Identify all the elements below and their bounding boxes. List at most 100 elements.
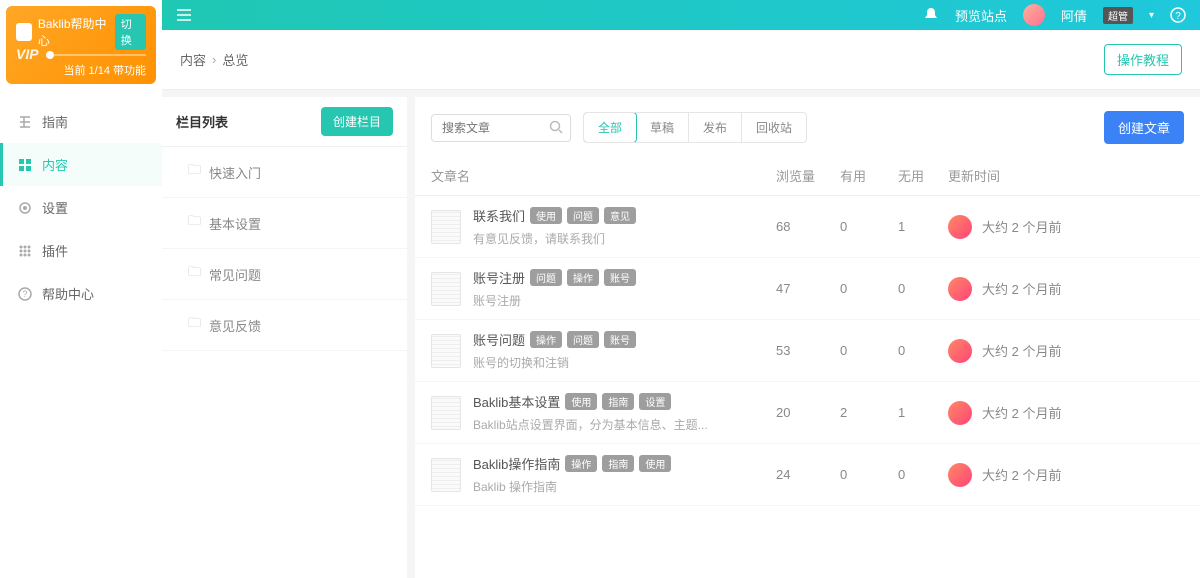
article-desc: Baklib站点设置界面，分为基本信息、主题... xyxy=(473,416,776,433)
topbar: 预览站点 阿倩 超管 ▾ ? xyxy=(162,0,1200,30)
column-item[interactable]: 🗀 基本设置 xyxy=(162,198,407,249)
th-views: 浏览量 xyxy=(776,166,840,185)
article-tag: 问题 xyxy=(530,269,562,286)
folder-icon: 🗀 xyxy=(188,161,201,183)
author-avatar xyxy=(948,401,972,425)
chevron-down-icon[interactable]: ▾ xyxy=(1149,10,1154,21)
table-row[interactable]: 账号注册 问题操作账号 账号注册 47 0 0 大约 2 个月前 xyxy=(415,258,1200,320)
nav-content[interactable]: 内容 xyxy=(0,143,162,186)
vip-status: 当前 1/14 带功能 xyxy=(63,62,146,78)
create-article-button[interactable]: 创建文章 xyxy=(1104,111,1184,144)
cell-views: 20 xyxy=(776,405,840,420)
svg-text:?: ? xyxy=(1175,11,1181,22)
th-title: 文章名 xyxy=(431,166,776,185)
breadcrumb: 内容 › 总览 操作教程 xyxy=(162,30,1200,89)
article-tag: 使用 xyxy=(530,207,562,224)
folder-icon: 🗀 xyxy=(188,314,201,336)
nav-label: 插件 xyxy=(42,241,68,260)
cell-time: 大约 2 个月前 xyxy=(982,279,1061,298)
table-row[interactable]: 联系我们 使用问题意见 有意见反馈，请联系我们 68 0 1 大约 2 个月前 xyxy=(415,196,1200,258)
article-title[interactable]: 账号问题 xyxy=(473,330,525,349)
article-title[interactable]: Baklib基本设置 xyxy=(473,392,560,411)
article-desc: 账号注册 xyxy=(473,292,776,309)
cell-time: 大约 2 个月前 xyxy=(982,403,1061,422)
doc-thumb-icon xyxy=(431,334,461,368)
cell-useful: 0 xyxy=(840,219,898,234)
cell-useless: 1 xyxy=(898,219,948,234)
cell-time: 大约 2 个月前 xyxy=(982,217,1061,236)
article-title[interactable]: 账号注册 xyxy=(473,268,525,287)
cell-useless: 0 xyxy=(898,281,948,296)
breadcrumb-root[interactable]: 内容 xyxy=(180,50,206,69)
article-tag: 账号 xyxy=(604,269,636,286)
user-avatar[interactable] xyxy=(1023,4,1045,26)
doc-thumb-icon xyxy=(431,396,461,430)
nav-guide[interactable]: 指南 xyxy=(0,100,162,143)
create-column-button[interactable]: 创建栏目 xyxy=(321,107,393,136)
user-role-badge: 超管 xyxy=(1103,7,1133,24)
author-avatar xyxy=(948,463,972,487)
article-tag: 意见 xyxy=(604,207,636,224)
menu-toggle-icon[interactable] xyxy=(176,8,192,22)
folder-icon: 🗀 xyxy=(188,263,201,285)
guide-icon xyxy=(18,115,32,129)
cell-time: 大约 2 个月前 xyxy=(982,341,1061,360)
bell-icon[interactable] xyxy=(923,7,939,23)
article-title[interactable]: Baklib操作指南 xyxy=(473,454,560,473)
nav-plugins[interactable]: 插件 xyxy=(0,229,162,272)
column-item[interactable]: 🗀 快速入门 xyxy=(162,147,407,198)
content-icon xyxy=(18,158,32,172)
filter-published[interactable]: 发布 xyxy=(689,113,742,142)
cell-useless: 0 xyxy=(898,343,948,358)
nav-help[interactable]: ? 帮助中心 xyxy=(0,272,162,315)
filter-draft[interactable]: 草稿 xyxy=(636,113,689,142)
cell-time: 大约 2 个月前 xyxy=(982,465,1061,484)
filter-all[interactable]: 全部 xyxy=(583,112,637,143)
filter-trash[interactable]: 回收站 xyxy=(742,113,806,142)
folder-icon: 🗀 xyxy=(188,212,201,234)
user-name: 阿倩 xyxy=(1061,6,1087,25)
tutorial-button[interactable]: 操作教程 xyxy=(1104,44,1182,75)
column-item[interactable]: 🗀 意见反馈 xyxy=(162,300,407,351)
article-title[interactable]: 联系我们 xyxy=(473,206,525,225)
article-tag: 指南 xyxy=(602,393,634,410)
nav-label: 指南 xyxy=(42,112,68,131)
search-icon[interactable] xyxy=(549,120,563,134)
cell-useless: 0 xyxy=(898,467,948,482)
cell-views: 53 xyxy=(776,343,840,358)
doc-thumb-icon xyxy=(431,458,461,492)
vip-badge: VIP xyxy=(16,46,39,62)
table-row[interactable]: Baklib基本设置 使用指南设置 Baklib站点设置界面，分为基本信息、主题… xyxy=(415,382,1200,444)
table-row[interactable]: Baklib操作指南 操作指南使用 Baklib 操作指南 24 0 0 大约 … xyxy=(415,444,1200,506)
cell-useless: 1 xyxy=(898,405,948,420)
th-time: 更新时间 xyxy=(948,166,1184,185)
help-icon: ? xyxy=(18,287,32,301)
nav-settings[interactable]: 设置 xyxy=(0,186,162,229)
article-tag: 使用 xyxy=(565,393,597,410)
article-tag: 使用 xyxy=(639,455,671,472)
article-tag: 操作 xyxy=(567,269,599,286)
switch-site-button[interactable]: 切换 xyxy=(115,14,146,50)
article-desc: 有意见反馈，请联系我们 xyxy=(473,230,776,247)
plugins-icon xyxy=(18,244,32,258)
help-circle-icon[interactable]: ? xyxy=(1170,7,1186,23)
cell-useful: 0 xyxy=(840,343,898,358)
article-tag: 指南 xyxy=(602,455,634,472)
site-title: Baklib帮助中心 xyxy=(38,15,109,49)
preview-site-link[interactable]: 预览站点 xyxy=(955,6,1007,25)
cell-useful: 2 xyxy=(840,405,898,420)
author-avatar xyxy=(948,277,972,301)
site-logo xyxy=(16,23,32,41)
table-row[interactable]: 账号问题 操作问题账号 账号的切换和注销 53 0 0 大约 2 个月前 xyxy=(415,320,1200,382)
doc-thumb-icon xyxy=(431,272,461,306)
gear-icon xyxy=(18,201,32,215)
table-header: 文章名 浏览量 有用 无用 更新时间 xyxy=(415,156,1200,196)
article-panel: 全部 草稿 发布 回收站 创建文章 文章名 浏览量 有用 无用 更新时间 xyxy=(415,97,1200,578)
column-item[interactable]: 🗀 常见问题 xyxy=(162,249,407,300)
author-avatar xyxy=(948,215,972,239)
th-useless: 无用 xyxy=(898,166,948,185)
vip-progress xyxy=(46,54,146,56)
nav-label: 帮助中心 xyxy=(42,284,94,303)
article-tag: 账号 xyxy=(604,331,636,348)
vip-card: Baklib帮助中心 切换 VIP 当前 1/14 带功能 xyxy=(6,6,156,84)
